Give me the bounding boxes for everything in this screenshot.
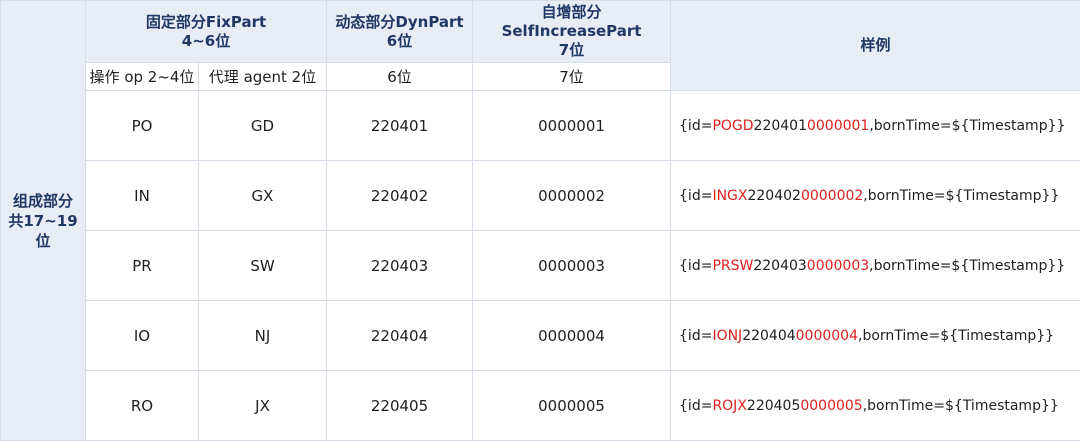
header-dynpart-title: 动态部分DynPart [327, 13, 472, 32]
op-cell: IN [86, 161, 199, 231]
sample-dyn: 220401 [754, 118, 807, 134]
agent-cell: GX [199, 161, 327, 231]
op-cell: PO [86, 91, 199, 161]
sample-dyn: 220403 [753, 258, 806, 274]
sample-suffix: ,bornTime=${Timestamp}} [869, 258, 1065, 274]
dyn-cell: 220404 [327, 301, 473, 371]
sample-prefix: {id= [679, 188, 712, 204]
side-label-line2: 共17~19位 [1, 211, 85, 251]
header-sample: 样例 [671, 1, 1080, 91]
sample-self: 0000003 [807, 258, 869, 274]
agent-cell: GD [199, 91, 327, 161]
sample-code: PRSW [712, 258, 753, 274]
op-cell: IO [86, 301, 199, 371]
agent-cell: NJ [199, 301, 327, 371]
op-cell: PR [86, 231, 199, 301]
table-row: IO NJ 220404 0000004 {id=IONJ22040400000… [1, 301, 1080, 371]
subheader-self: 7位 [473, 63, 671, 91]
sample-self: 0000002 [801, 188, 863, 204]
sample-self: 0000005 [800, 398, 862, 414]
dyn-cell: 220402 [327, 161, 473, 231]
sample-code: POGD [712, 118, 753, 134]
agent-cell: SW [199, 231, 327, 301]
table-row: IN GX 220402 0000002 {id=INGX22040200000… [1, 161, 1080, 231]
id-composition-table: 组成部分 共17~19位 固定部分FixPart 4~6位 动态部分DynPar… [0, 0, 1080, 441]
agent-cell: JX [199, 371, 327, 441]
dyn-cell: 220405 [327, 371, 473, 441]
header-selfincreasepart-title: 自增部分SelfIncreasePart [473, 3, 670, 41]
subheader-agent: 代理 agent 2位 [199, 63, 327, 91]
table-row: RO JX 220405 0000005 {id=ROJX22040500000… [1, 371, 1080, 441]
self-cell: 0000004 [473, 301, 671, 371]
sample-dyn: 220405 [747, 398, 800, 414]
sample-code: INGX [712, 188, 747, 204]
header-dynpart-length: 6位 [327, 32, 472, 51]
sample-self: 0000001 [807, 118, 869, 134]
subheader-op: 操作 op 2~4位 [86, 63, 199, 91]
self-cell: 0000003 [473, 231, 671, 301]
sample-prefix: {id= [679, 328, 712, 344]
side-label: 组成部分 共17~19位 [1, 1, 86, 441]
sample-cell: {id=IONJ2204040000004,bornTime=${Timesta… [671, 301, 1080, 371]
sample-prefix: {id= [679, 398, 712, 414]
table-row: PO GD 220401 0000001 {id=POGD22040100000… [1, 91, 1080, 161]
sample-dyn: 220404 [742, 328, 795, 344]
sample-suffix: ,bornTime=${Timestamp}} [863, 188, 1059, 204]
table-row: PR SW 220403 0000003 {id=PRSW22040300000… [1, 231, 1080, 301]
sample-self: 0000004 [796, 328, 858, 344]
side-label-line1: 组成部分 [1, 191, 85, 211]
self-cell: 0000005 [473, 371, 671, 441]
header-dynpart: 动态部分DynPart 6位 [327, 1, 473, 63]
sample-cell: {id=ROJX2204050000005,bornTime=${Timesta… [671, 371, 1080, 441]
self-cell: 0000002 [473, 161, 671, 231]
sample-cell: {id=POGD2204010000001,bornTime=${Timesta… [671, 91, 1080, 161]
sample-code: ROJX [712, 398, 746, 414]
sample-prefix: {id= [679, 258, 712, 274]
header-selfincreasepart: 自增部分SelfIncreasePart 7位 [473, 1, 671, 63]
sample-suffix: ,bornTime=${Timestamp}} [869, 118, 1065, 134]
op-cell: RO [86, 371, 199, 441]
sample-suffix: ,bornTime=${Timestamp}} [858, 328, 1054, 344]
header-fixpart-title: 固定部分FixPart [86, 13, 326, 32]
sample-cell: {id=INGX2204020000002,bornTime=${Timesta… [671, 161, 1080, 231]
header-fixpart-length: 4~6位 [86, 32, 326, 51]
sample-cell: {id=PRSW2204030000003,bornTime=${Timesta… [671, 231, 1080, 301]
header-fixpart: 固定部分FixPart 4~6位 [86, 1, 327, 63]
dyn-cell: 220401 [327, 91, 473, 161]
self-cell: 0000001 [473, 91, 671, 161]
sample-suffix: ,bornTime=${Timestamp}} [863, 398, 1059, 414]
sample-prefix: {id= [679, 118, 712, 134]
sample-dyn: 220402 [747, 188, 800, 204]
subheader-dyn: 6位 [327, 63, 473, 91]
sample-code: IONJ [712, 328, 742, 344]
header-selfincreasepart-length: 7位 [473, 41, 670, 60]
dyn-cell: 220403 [327, 231, 473, 301]
